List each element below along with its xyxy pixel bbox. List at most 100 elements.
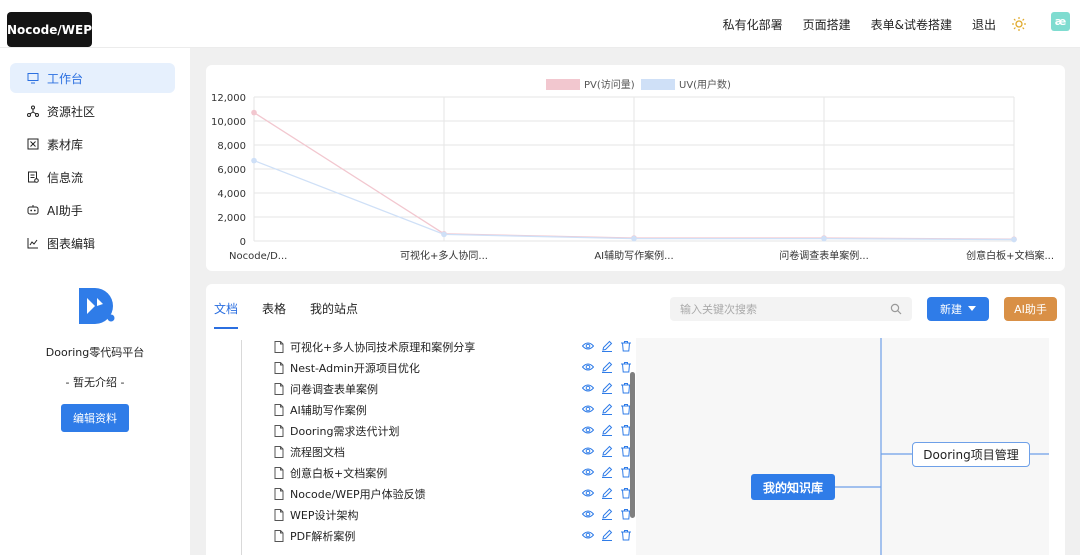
eye-icon[interactable]	[582, 382, 594, 394]
app-logo[interactable]: Nocode/WEP	[7, 12, 92, 47]
file-actions	[582, 424, 632, 436]
delete-icon[interactable]	[620, 340, 632, 352]
eye-icon[interactable]	[582, 340, 594, 352]
eye-icon[interactable]	[582, 361, 594, 373]
edit-icon[interactable]	[601, 508, 613, 520]
x-tick-label: 可视化+多人协同...	[400, 249, 488, 262]
file-actions	[582, 403, 632, 415]
file-name[interactable]: AI辅助写作案例	[290, 402, 367, 418]
file-name[interactable]: PDF解析案例	[290, 528, 355, 544]
pv-uv-line-chart: 0 2,000 4,000 6,000 8,000 10,000 12,000 Nocode/…	[211, 78, 1054, 262]
eye-icon[interactable]	[582, 403, 594, 415]
delete-icon[interactable]	[620, 529, 632, 541]
file-actions	[582, 529, 632, 541]
sidebar-item-label: 信息流	[47, 170, 84, 185]
x-tick-label: Nocode/D...	[229, 251, 287, 262]
eye-icon[interactable]	[582, 529, 594, 541]
y-tick-label: 12,000	[211, 93, 246, 104]
nav-logout[interactable]: 退出	[972, 16, 996, 33]
sidebar-item-workbench[interactable]: 工作台	[10, 63, 175, 93]
file-row[interactable]: 流程图文档	[274, 441, 634, 462]
edit-profile-button[interactable]: 编辑资料	[61, 404, 129, 432]
eye-icon[interactable]	[582, 466, 594, 478]
file-name[interactable]: Nocode/WEP用户体验反馈	[290, 486, 426, 502]
file-icon	[274, 382, 284, 395]
nav-form-builder[interactable]: 表单&试卷搭建	[871, 16, 952, 33]
file-name[interactable]: Nest-Admin开源项目优化	[290, 360, 420, 376]
file-actions	[582, 508, 632, 520]
file-icon	[274, 529, 284, 542]
nav-page-builder[interactable]: 页面搭建	[803, 16, 851, 33]
file-actions	[582, 382, 632, 394]
edit-icon[interactable]	[601, 529, 613, 541]
eye-icon[interactable]	[582, 445, 594, 457]
file-row[interactable]: AI辅助写作案例	[274, 399, 634, 420]
sun-icon[interactable]	[1011, 16, 1027, 32]
edit-icon[interactable]	[601, 445, 613, 457]
new-button[interactable]: 新建	[927, 297, 989, 321]
delete-icon[interactable]	[620, 361, 632, 373]
eye-icon[interactable]	[582, 487, 594, 499]
file-row[interactable]: Nocode/WEP用户体验反馈	[274, 483, 634, 504]
file-actions	[582, 466, 632, 478]
data-point	[251, 157, 257, 164]
tab-docs[interactable]: 文档	[214, 300, 239, 329]
file-row[interactable]: WEP设计架构	[274, 504, 634, 525]
edit-icon[interactable]	[601, 466, 613, 478]
user-avatar[interactable]: æ	[1051, 12, 1070, 31]
data-point	[821, 235, 827, 242]
search-icon[interactable]	[890, 303, 902, 315]
edit-icon[interactable]	[601, 403, 613, 415]
sidebar-item-label: 素材库	[47, 137, 84, 152]
file-name[interactable]: 问卷调查表单案例	[290, 381, 378, 397]
dooring-logo-icon	[79, 288, 115, 324]
file-name[interactable]: 创意白板+文档案例	[290, 465, 387, 481]
ai-assistant-button[interactable]: AI助手	[1004, 297, 1057, 321]
robot-icon	[27, 205, 39, 215]
file-name[interactable]: 可视化+多人协同技术原理和案例分享	[290, 339, 475, 355]
tab-my-sites[interactable]: 我的站点	[310, 300, 358, 329]
edit-icon[interactable]	[601, 382, 613, 394]
caret-down-icon	[968, 306, 976, 311]
sidebar-item-label: 图表编辑	[47, 236, 96, 251]
chart-icon	[27, 238, 38, 249]
sidebar-item-library[interactable]: 素材库	[10, 129, 175, 159]
file-row[interactable]: PDF解析案例	[274, 525, 634, 546]
sidebar-item-label: 工作台	[47, 71, 84, 86]
tab-tables[interactable]: 表格	[262, 300, 286, 329]
edit-icon[interactable]	[601, 487, 613, 499]
file-row[interactable]: 问卷调查表单案例	[274, 378, 634, 399]
edit-icon[interactable]	[601, 361, 613, 373]
file-name[interactable]: WEP设计架构	[290, 507, 358, 523]
sidebar-item-label: 资源社区	[47, 104, 96, 119]
sidebar-item-chart-edit[interactable]: 图表编辑	[10, 228, 175, 258]
file-row[interactable]: Nest-Admin开源项目优化	[274, 357, 634, 378]
file-row[interactable]: 可视化+多人协同技术原理和案例分享	[274, 336, 634, 357]
file-actions	[582, 340, 632, 352]
file-name[interactable]: 流程图文档	[290, 444, 345, 460]
eye-icon[interactable]	[582, 424, 594, 436]
sidebar-item-ai[interactable]: AI助手	[10, 195, 175, 225]
profile-name: Dooring零代码平台	[45, 346, 145, 359]
file-actions	[582, 445, 632, 457]
mindmap-child-node[interactable]: Dooring项目管理	[912, 442, 1030, 467]
x-tick-label: 问卷调查表单案例...	[779, 249, 869, 262]
file-row[interactable]: Dooring需求迭代计划	[274, 420, 634, 441]
doc-tabs: 文档 表格 我的站点	[214, 300, 358, 329]
sidebar-item-community[interactable]: 资源社区	[10, 96, 175, 126]
tree-guide-line	[241, 340, 242, 555]
nav-private-deploy[interactable]: 私有化部署	[723, 16, 783, 33]
eye-icon[interactable]	[582, 508, 594, 520]
edit-icon[interactable]	[601, 424, 613, 436]
search-input[interactable]: 输入关键次搜索	[670, 297, 912, 321]
mindmap-canvas[interactable]: 我的知识库 Dooring项目管理	[636, 338, 1049, 555]
file-list-scrollbar[interactable]	[630, 372, 635, 518]
file-name[interactable]: Dooring需求迭代计划	[290, 423, 399, 439]
legend-swatch	[641, 79, 675, 90]
sidebar-item-feed[interactable]: 信息流	[10, 162, 175, 192]
file-row[interactable]: 创意白板+文档案例	[274, 462, 634, 483]
file-icon	[274, 508, 284, 521]
mindmap-root-node[interactable]: 我的知识库	[751, 474, 835, 500]
edit-icon[interactable]	[601, 340, 613, 352]
top-nav: 私有化部署 页面搭建 表单&试卷搭建 退出	[723, 0, 996, 48]
